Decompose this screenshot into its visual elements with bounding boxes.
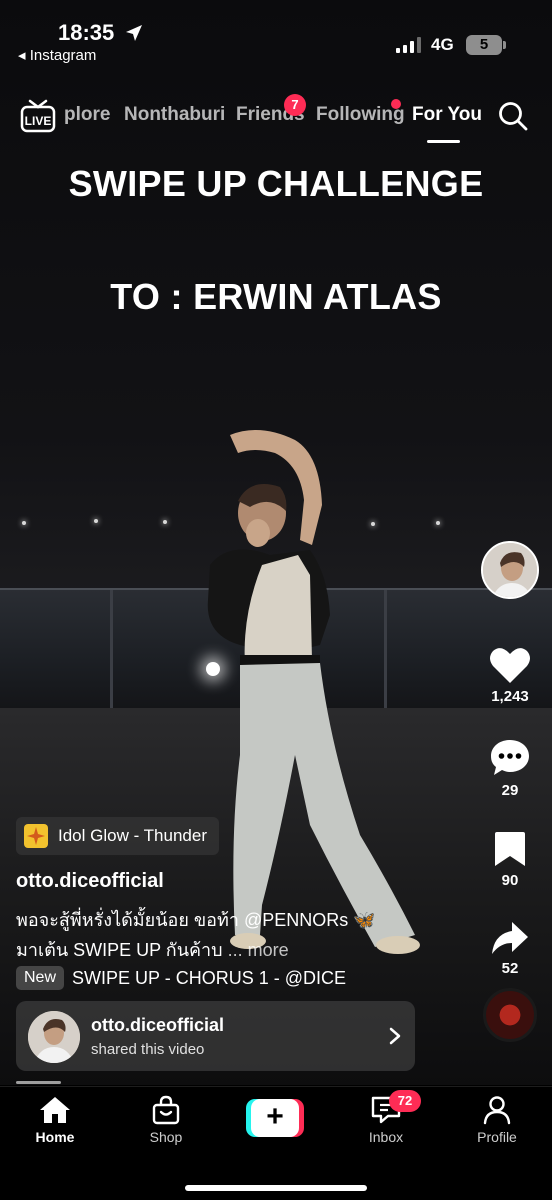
status-bar: 18:35 ◂ Instagram 4G 5 bbox=[0, 0, 552, 70]
tab-for-you[interactable]: For You bbox=[412, 104, 482, 126]
share-arrow-icon bbox=[492, 922, 528, 954]
tab-explore[interactable]: plore bbox=[64, 104, 110, 126]
creator-username[interactable]: otto.diceofficial bbox=[16, 870, 164, 893]
live-icon[interactable]: LIVE bbox=[20, 99, 56, 133]
bookmark-icon bbox=[495, 832, 525, 866]
sound-chip[interactable]: Idol Glow - Thunder bbox=[16, 817, 219, 855]
search-icon[interactable] bbox=[498, 101, 528, 131]
bottom-tab-bar: Home Shop + Inbox 72 Profile bbox=[0, 1086, 552, 1200]
shared-subtitle: shared this video bbox=[91, 1041, 205, 1058]
cellular-signal-icon bbox=[396, 37, 421, 53]
video-overlay-title: SWIPE UP CHALLENGE bbox=[68, 163, 484, 204]
battery-level: 5 bbox=[479, 36, 489, 53]
battery-icon: 5 bbox=[466, 35, 502, 55]
chevron-right-icon bbox=[389, 1027, 401, 1045]
shared-username: otto.diceofficial bbox=[91, 1015, 225, 1035]
home-indicator bbox=[185, 1185, 367, 1191]
mirror-frame bbox=[110, 590, 113, 708]
ceiling-light bbox=[22, 521, 26, 525]
dancer-figure bbox=[207, 430, 420, 954]
shared-avatar bbox=[28, 1011, 80, 1063]
tab-profile-label: Profile bbox=[477, 1129, 517, 1145]
share-button[interactable]: 52 bbox=[482, 920, 538, 977]
tab-profile[interactable]: Profile bbox=[452, 1095, 542, 1145]
video-caption[interactable]: พอจะสู้พี่หรั่งได้มั้ยน้อย ขอท้า @PENNOR… bbox=[16, 905, 436, 965]
home-icon bbox=[40, 1097, 70, 1123]
heart-icon bbox=[490, 648, 530, 683]
tab-home[interactable]: Home bbox=[10, 1095, 100, 1145]
active-tab-indicator bbox=[427, 140, 460, 143]
bookmark-button[interactable]: 90 bbox=[482, 830, 538, 889]
share-count: 52 bbox=[501, 960, 519, 977]
following-dot bbox=[391, 99, 401, 109]
shared-video-card[interactable]: otto.diceofficial shared this video bbox=[16, 1001, 415, 1071]
video-overlay-subtitle: TO : ERWIN ATLAS bbox=[110, 276, 442, 317]
like-count: 1,243 bbox=[491, 688, 529, 705]
svg-text:LIVE: LIVE bbox=[25, 114, 52, 128]
caption-more-link[interactable]: ... more bbox=[223, 940, 289, 960]
music-row[interactable]: New SWIPE UP - CHORUS 1 - @DICE bbox=[16, 966, 346, 990]
inbox-badge: 72 bbox=[389, 1090, 421, 1112]
location-arrow-icon bbox=[126, 25, 142, 41]
tab-nonthaburi[interactable]: Nonthaburi bbox=[124, 104, 225, 126]
profile-icon bbox=[483, 1096, 511, 1125]
ceiling-light bbox=[94, 519, 98, 523]
music-disc-icon[interactable] bbox=[483, 988, 537, 1042]
plus-icon: + bbox=[266, 1100, 284, 1133]
music-title: SWIPE UP - CHORUS 1 - @DICE bbox=[72, 967, 346, 988]
tab-shop[interactable]: Shop bbox=[121, 1095, 211, 1145]
like-button[interactable]: 1,243 bbox=[482, 646, 538, 705]
friends-badge: 7 bbox=[284, 94, 306, 116]
creator-avatar[interactable] bbox=[481, 541, 539, 599]
ceiling-light bbox=[163, 520, 167, 524]
comment-button[interactable]: 29 bbox=[482, 738, 538, 799]
create-post-button[interactable]: + bbox=[246, 1099, 304, 1137]
shopping-bag-icon bbox=[152, 1095, 180, 1125]
comment-count: 29 bbox=[501, 782, 519, 799]
network-type: 4G bbox=[431, 35, 454, 54]
video-progress-bar[interactable] bbox=[16, 1081, 61, 1084]
tab-shop-label: Shop bbox=[149, 1129, 183, 1145]
sound-chip-title: Idol Glow - Thunder bbox=[58, 826, 207, 845]
caption-line-1: พอจะสู้พี่หรั่งได้มั้ยน้อย ขอท้า @PENNOR… bbox=[16, 910, 376, 930]
bookmark-count: 90 bbox=[501, 872, 519, 889]
back-to-instagram-link[interactable]: ◂ Instagram bbox=[18, 46, 96, 64]
battery-cap bbox=[503, 41, 506, 49]
tab-home-label: Home bbox=[35, 1129, 75, 1145]
clock: 18:35 bbox=[58, 20, 115, 45]
new-badge: New bbox=[16, 966, 65, 990]
tab-inbox-label: Inbox bbox=[368, 1129, 404, 1145]
comment-icon bbox=[491, 740, 529, 775]
sparkle-sound-icon bbox=[24, 824, 48, 848]
caption-line-2: มาเต้น SWIPE UP กันค้าบ bbox=[16, 940, 223, 960]
